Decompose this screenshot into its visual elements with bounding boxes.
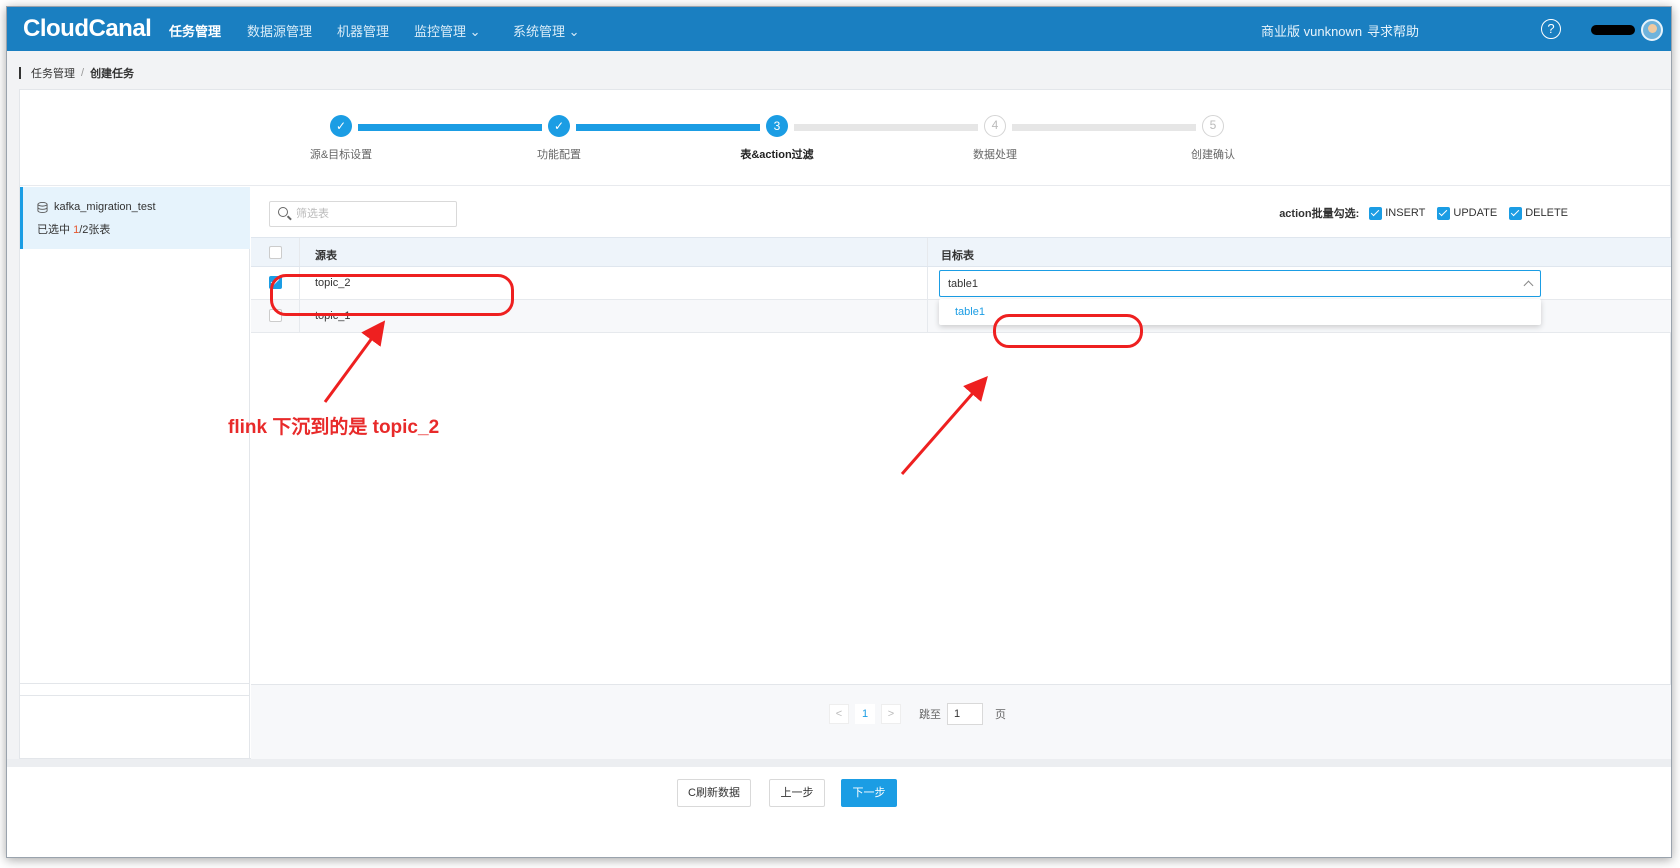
filter-table-input[interactable] <box>296 206 446 222</box>
nav-system-management[interactable]: 系统管理 ⌄ <box>513 21 580 40</box>
column-divider <box>299 238 300 266</box>
source-table-name: topic_2 <box>315 277 351 289</box>
insert-checkbox[interactable] <box>1369 206 1383 220</box>
insert-option[interactable]: INSERT <box>1369 206 1426 220</box>
breadcrumb-bar <box>19 67 21 79</box>
question-icon[interactable]: ? <box>1541 19 1561 39</box>
delete-option[interactable]: DELETE <box>1509 206 1568 220</box>
cloudcanal-logo[interactable]: CloudCanal <box>23 15 152 43</box>
edition-label: 商业版 vunknown <box>1261 24 1363 39</box>
insert-label: INSERT <box>1385 207 1426 219</box>
nav-datasource-management[interactable]: 数据源管理 <box>247 21 312 40</box>
bottom-action-bar: C刷新数据 上一步 下一步 <box>7 759 1671 857</box>
header-source-table: 源表 <box>315 250 337 262</box>
database-name: kafka_migration_test <box>54 201 156 213</box>
pagination-area: < 1 > 跳至 1 页 <box>251 684 1671 760</box>
target-table-dropdown: table1 <box>939 299 1541 325</box>
breadcrumb-current: 创建任务 <box>90 68 135 80</box>
dropdown-option-table1[interactable]: table1 <box>955 306 985 318</box>
nav-machine-management[interactable]: 机器管理 <box>337 21 389 40</box>
top-navbar: CloudCanal 任务管理 数据源管理 机器管理 监控管理 ⌄ 系统管理 ⌄… <box>7 7 1671 51</box>
select-all-checkbox[interactable] <box>269 246 282 259</box>
step-2-label: 功能配置 <box>537 149 581 161</box>
page-unit-label: 页 <box>995 709 1006 721</box>
step-progress: ✓ ✓ 3 4 5 源&目标设置 功能配置 表&action过滤 数据处理 创建… <box>20 90 1670 186</box>
step-connector-2 <box>576 124 760 131</box>
next-step-button[interactable]: 下一步 <box>841 779 897 807</box>
pagination: < 1 > 跳至 1 页 <box>829 703 1006 725</box>
step-1-check-icon: ✓ <box>330 115 352 137</box>
selected-count-text: 已选中 1/2张表 <box>37 221 110 237</box>
action-batch-select: action批量勾选: INSERT UPDATE DELETE <box>1279 205 1574 221</box>
previous-step-button[interactable]: 上一步 <box>769 779 825 807</box>
target-table-select[interactable]: table1 <box>939 270 1541 297</box>
divider <box>20 683 250 684</box>
search-icon <box>278 207 288 217</box>
delete-checkbox[interactable] <box>1509 206 1523 220</box>
redacted-username <box>1591 25 1635 35</box>
refresh-data-button[interactable]: C刷新数据 <box>677 779 751 807</box>
step-4-label: 数据处理 <box>973 149 1017 161</box>
breadcrumb-root[interactable]: 任务管理 <box>31 65 75 81</box>
column-divider <box>927 267 928 299</box>
breadcrumb-separator: / <box>81 67 85 79</box>
jump-page-input[interactable]: 1 <box>947 703 983 725</box>
header-target-table: 目标表 <box>941 250 974 262</box>
database-icon <box>37 201 48 213</box>
source-table-name: topic_1 <box>315 310 351 322</box>
step-3-label: 表&action过滤 <box>740 149 814 161</box>
step-1-label: 源&目标设置 <box>309 149 373 161</box>
database-item[interactable]: kafka_migration_test 已选中 1/2张表 <box>20 187 250 249</box>
step-5-label: 创建确认 <box>1191 149 1235 161</box>
column-divider <box>299 267 300 299</box>
column-divider <box>299 300 300 332</box>
filter-search-box[interactable] <box>269 201 457 227</box>
column-divider <box>927 238 928 266</box>
page-number[interactable]: 1 <box>855 704 875 724</box>
step-4-number: 4 <box>984 115 1006 137</box>
chevron-right-icon[interactable]: > <box>881 704 901 724</box>
step-2-check-icon: ✓ <box>548 115 570 137</box>
avatar[interactable] <box>1641 19 1663 41</box>
database-name-row: kafka_migration_test <box>37 201 156 213</box>
column-divider <box>927 300 928 332</box>
chevron-left-icon[interactable]: < <box>829 704 849 724</box>
row-checkbox[interactable] <box>269 309 282 322</box>
delete-label: DELETE <box>1525 207 1568 219</box>
table-header: 源表 目标表 <box>251 237 1671 267</box>
breadcrumb: 任务管理 / 创建任务 <box>19 65 134 81</box>
nav-task-management[interactable]: 任务管理 <box>169 21 221 40</box>
annotation-text: flink 下沉到的是 topic_2 <box>228 417 440 438</box>
selected-prefix: 已选中 <box>37 224 74 236</box>
step-connector-3 <box>794 124 978 131</box>
nav-monitor-management[interactable]: 监控管理 ⌄ <box>414 21 481 40</box>
table-filter-panel: action批量勾选: INSERT UPDATE DELETE 源表 目标表 … <box>251 187 1671 760</box>
jump-label: 跳至 <box>919 709 941 721</box>
chevron-up-icon[interactable] <box>1523 280 1534 291</box>
step-connector-4 <box>1012 124 1196 131</box>
step-connector-1 <box>358 124 542 131</box>
target-table-value[interactable]: table1 <box>948 278 978 290</box>
help-link[interactable]: 寻求帮助 <box>1367 21 1419 40</box>
row-checkbox[interactable] <box>269 276 282 289</box>
action-batch-label: action批量勾选: <box>1279 208 1360 220</box>
database-list-panel: kafka_migration_test 已选中 1/2张表 <box>20 187 250 760</box>
selected-suffix: /2张表 <box>79 224 111 236</box>
table-row[interactable]: topic_2 table1 table1 <box>251 267 1671 325</box>
update-checkbox[interactable] <box>1437 206 1451 220</box>
step-5-number: 5 <box>1202 115 1224 137</box>
update-option[interactable]: UPDATE <box>1437 206 1498 220</box>
table-mapping-table: 源表 目标表 topic_2 table1 table1 topic_1 <box>251 237 1671 333</box>
update-label: UPDATE <box>1453 207 1498 219</box>
step-3-number: 3 <box>766 115 788 137</box>
divider <box>20 695 250 696</box>
